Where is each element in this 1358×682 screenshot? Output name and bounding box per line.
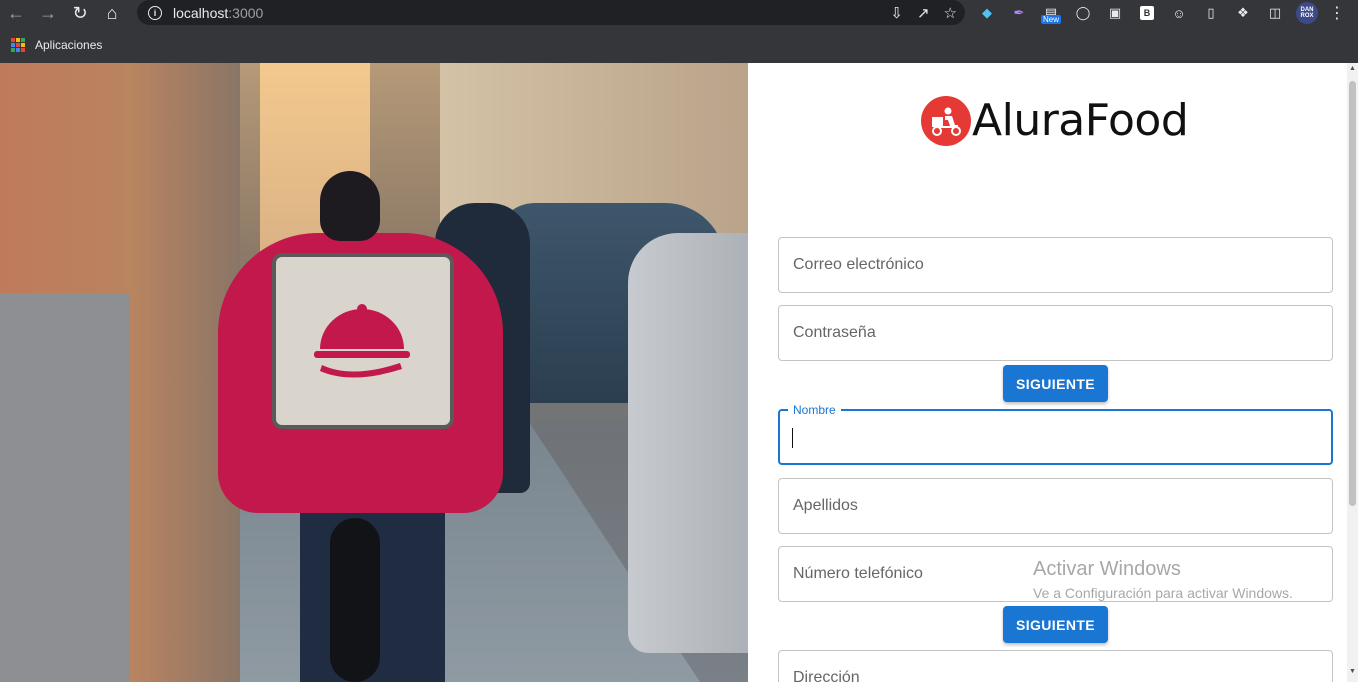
new-extension-icon[interactable]: ▤ New [1040,2,1062,24]
forward-icon[interactable]: → [32,0,64,26]
scroll-thumb[interactable] [1349,81,1356,506]
hero-rider-head [320,171,380,241]
profile-avatar[interactable]: DAN ROX [1296,2,1318,24]
text-caret [792,428,793,448]
scroll-up-icon[interactable]: ▲ [1349,65,1356,72]
reload-icon[interactable]: ↻ [64,0,96,26]
next-button-credentials[interactable]: SIGUIENTE [1003,365,1108,402]
install-icon[interactable]: ⇩ [890,4,903,22]
gem-extension-icon[interactable]: ◆ [976,2,998,24]
address-bar[interactable]: i localhost:3000 ⇩ ↗ ☆ [137,0,965,25]
url-port: :3000 [228,4,264,21]
next-button-personal[interactable]: SIGUIENTE [1003,606,1108,643]
bookmarks-bar: Aplicaciones [0,26,1358,63]
hero-delivery-backpack [272,253,454,429]
lastname-placeholder: Apellidos [793,497,858,514]
mobile-extension-icon[interactable]: ▯ [1200,2,1222,24]
share-icon[interactable]: ↗ [917,4,930,22]
browser-menu-icon[interactable]: ⋮ [1328,3,1346,23]
sidepanel-icon[interactable]: ◫ [1264,2,1286,24]
b-extension-icon[interactable]: B [1136,2,1158,24]
browser-toolbar: ← → ↻ ⌂ i localhost:3000 ⇩ ↗ ☆ ◆ ✒ ▤ New … [0,0,1358,26]
site-info-icon[interactable]: i [148,5,162,20]
cloche-icon [314,304,410,378]
watermark-subtitle: Ve a Configuración para activar Windows. [1033,585,1293,601]
scooter-svg [932,107,961,136]
url-text[interactable]: localhost:3000 [173,5,263,21]
hero-wall-lower [0,293,130,682]
name-label: Nombre [788,403,841,417]
bookmark-apps-label[interactable]: Aplicaciones [35,38,102,52]
bookmark-star-icon[interactable]: ☆ [944,4,957,22]
hero-white-car [628,233,748,653]
apps-grid-icon[interactable] [11,37,25,52]
page-scrollbar[interactable]: ▲ ▼ [1347,63,1358,682]
hero-bike-wheel [330,518,380,682]
b-extension-label: B [1140,6,1154,20]
bulb-extension-icon[interactable]: ◯ [1072,2,1094,24]
windows-activation-watermark: Activar Windows Ve a Configuración para … [1033,558,1293,601]
email-placeholder: Correo electrónico [793,256,924,273]
hero-image [0,63,748,682]
url-host: localhost [173,4,229,21]
cat-extension-icon[interactable]: ☺ [1168,2,1190,24]
name-field[interactable]: Nombre [778,403,1333,465]
puzzle-icon[interactable]: ❖ [1232,2,1254,24]
brand-header: AluraFood [921,95,1189,146]
omnibox-actions: ⇩ ↗ ☆ [890,0,957,25]
scroll-down-icon[interactable]: ▼ [1349,668,1356,675]
brand-name: AluraFood [972,95,1189,146]
watermark-title: Activar Windows [1033,558,1181,580]
lastname-field[interactable]: Apellidos [778,478,1333,534]
feather-extension-icon[interactable]: ✒ [1008,2,1030,24]
email-field[interactable]: Correo electrónico [778,237,1333,293]
home-icon[interactable]: ⌂ [96,0,128,26]
password-field[interactable]: Contraseña [778,305,1333,361]
extensions-bar: ◆ ✒ ▤ New ◯ ▣ B ☺ ▯ ❖ ◫ DAN ROX ⋮ [976,0,1346,26]
new-badge: New [1040,15,1061,24]
password-placeholder: Contraseña [793,324,876,341]
window-extension-icon[interactable]: ▣ [1104,2,1126,24]
back-icon[interactable]: ← [0,0,32,26]
address-field[interactable]: Dirección [778,650,1333,682]
address-placeholder: Dirección [793,669,860,682]
delivery-scooter-icon [921,95,971,146]
phone-placeholder: Número telefónico [793,565,923,582]
